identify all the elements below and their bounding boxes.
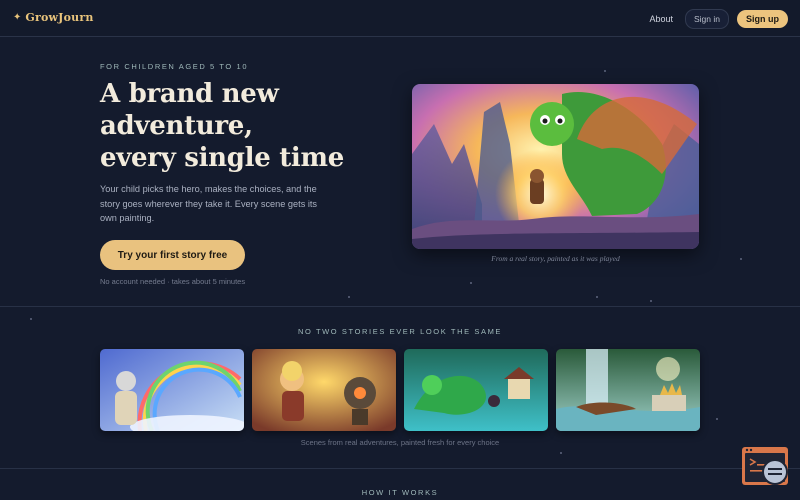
cta-note: No account needed · takes about 5 minute… xyxy=(100,277,246,286)
about-link[interactable]: About xyxy=(649,14,673,24)
gallery-title: NO TWO STORIES EVER LOOK THE SAME xyxy=(297,327,503,336)
section-divider xyxy=(0,306,800,307)
brand-logo[interactable]: ✦ GrowJourn xyxy=(13,11,94,24)
headline-line: every single time xyxy=(100,143,344,173)
code-assistant-widget-icon[interactable] xyxy=(741,446,789,486)
hero-eyebrow: FOR CHILDREN AGED 5 TO 10 xyxy=(100,62,249,71)
sparkle-icon: ✦ xyxy=(13,12,22,23)
hero-headline: A brand new adventure, every single time xyxy=(100,78,360,174)
hero-image-caption: From a real story, painted as it was pla… xyxy=(491,254,620,263)
section-divider xyxy=(0,468,800,469)
nav-links: About Sign in Sign up xyxy=(649,9,788,29)
sign-in-button[interactable]: Sign in xyxy=(685,9,729,29)
hero-dragon-illustration xyxy=(412,84,699,249)
try-story-button[interactable]: Try your first story free xyxy=(100,240,245,270)
gallery-thumb-waterfall xyxy=(556,349,700,431)
gallery-thumb-rainbow xyxy=(100,349,244,431)
top-navbar: ✦ GrowJourn About Sign in Sign up xyxy=(0,0,800,37)
sign-up-button[interactable]: Sign up xyxy=(737,10,788,28)
gallery-thumb-river-dragon xyxy=(404,349,548,431)
headline-line: adventure, xyxy=(100,111,253,141)
gallery-thumb-inventor xyxy=(252,349,396,431)
gallery-caption: Scenes from real adventures, painted fre… xyxy=(300,438,500,447)
brand-name: GrowJourn xyxy=(25,11,94,24)
how-it-works-title: HOW IT WORKS xyxy=(361,488,439,497)
headline-line: A brand new xyxy=(100,79,279,109)
hero-subtext: Your child picks the hero, makes the cho… xyxy=(100,184,318,223)
